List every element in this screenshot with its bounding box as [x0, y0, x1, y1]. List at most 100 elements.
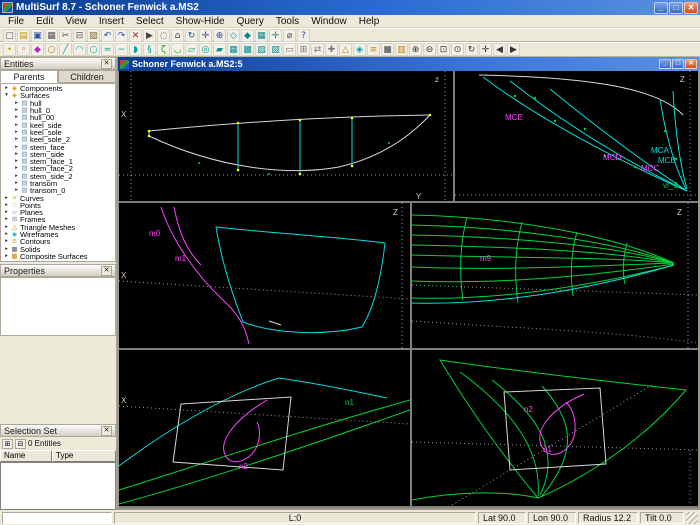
zoom-out-icon[interactable]: ⊖ — [423, 43, 436, 56]
revolution-surface-icon[interactable]: ◎ — [199, 43, 212, 56]
home-view-icon[interactable]: ⌂ — [171, 28, 184, 42]
undo-icon[interactable]: ↶ — [101, 28, 114, 42]
resize-grip[interactable] — [686, 511, 698, 524]
next-view-icon[interactable]: ▶ — [507, 43, 520, 56]
expand-arrow-icon[interactable]: ▸ — [13, 158, 20, 165]
expand-arrow-icon[interactable]: ▸ — [3, 238, 10, 245]
select-list-icon[interactable]: ⊞ — [2, 438, 13, 449]
expand-arrow-icon[interactable]: ▸ — [13, 107, 20, 114]
redo-icon[interactable]: ↷ — [115, 28, 128, 42]
entities-close-icon[interactable]: ✕ — [101, 58, 112, 69]
expand-arrow-icon[interactable]: ▸ — [13, 114, 20, 121]
circle-icon[interactable]: ○ — [87, 43, 100, 56]
zoom-extents-icon[interactable]: ⊙ — [451, 43, 464, 56]
expand-arrow-icon[interactable]: ▸ — [13, 100, 20, 107]
doc-minimize-button[interactable]: _ — [659, 59, 671, 69]
translation-surface-icon[interactable]: ▰ — [213, 43, 226, 56]
contours-icon[interactable]: ≡ — [367, 43, 380, 56]
geodesic-snake-icon[interactable]: ◡ — [171, 43, 184, 56]
expand-arrow-icon[interactable]: ▸ — [3, 224, 10, 231]
wireframe-icon[interactable]: ◈ — [353, 43, 366, 56]
tree-item[interactable]: ▸ △ Triangle Meshes — [1, 223, 115, 231]
menu-item[interactable]: View — [59, 16, 93, 27]
expand-arrow-icon[interactable]: ▸ — [13, 144, 20, 151]
clear-list-icon[interactable]: ⊟ — [15, 438, 26, 449]
open-icon[interactable]: ▤ — [17, 28, 30, 42]
menu-item[interactable]: File — [2, 16, 30, 27]
expand-arrow-icon[interactable]: ▸ — [3, 216, 10, 223]
measure-icon[interactable]: ⌀ — [283, 28, 296, 42]
shaded-mode-icon[interactable]: ◆ — [241, 28, 254, 42]
helix-icon[interactable]: § — [143, 43, 156, 56]
cut-icon[interactable]: ✂ — [59, 28, 72, 42]
line-icon[interactable]: ╱ — [59, 43, 72, 56]
delete-icon[interactable]: ✕ — [129, 28, 142, 42]
tree-item[interactable]: ▾ ◈ Surfaces — [1, 92, 115, 100]
paste-icon[interactable]: ▧ — [87, 28, 100, 42]
help-icon[interactable]: ? — [297, 28, 310, 42]
expand-arrow-icon[interactable]: ▸ — [13, 136, 20, 143]
tree-item[interactable]: ▸ ≡ Contours — [1, 238, 115, 246]
rotate-icon[interactable]: ↻ — [465, 43, 478, 56]
composite-surface-icon[interactable]: ▥ — [395, 43, 408, 56]
expand-arrow-icon[interactable]: ▸ — [3, 253, 10, 260]
tree-item[interactable]: ▸ ▤ hull_0 — [1, 107, 115, 115]
selection-close-icon[interactable]: ✕ — [101, 425, 112, 436]
knot-icon[interactable]: ✚ — [325, 43, 338, 56]
magnet-icon[interactable]: ◆ — [31, 43, 44, 56]
bspline-surface-icon[interactable]: ▦ — [227, 43, 240, 56]
point-icon[interactable]: • — [3, 43, 16, 56]
blend-surface-icon[interactable]: ▨ — [255, 43, 268, 56]
zoom-view-icon[interactable]: ⊕ — [213, 28, 226, 42]
tree-item[interactable]: ▸ ▤ stem_side_2 — [1, 172, 115, 180]
new-icon[interactable]: ▢ — [3, 28, 16, 42]
foil-curve-icon[interactable]: ◗ — [129, 43, 142, 56]
wireframe-mode-icon[interactable]: ◇ — [227, 28, 240, 42]
ring-icon[interactable]: ○ — [45, 43, 58, 56]
expand-arrow-icon[interactable]: ▸ — [3, 209, 10, 216]
menu-item[interactable]: Edit — [30, 16, 59, 27]
zoom-window-icon[interactable]: ⊡ — [437, 43, 450, 56]
viewport-transom[interactable]: m0 m1 X Z — [119, 203, 410, 348]
ruled-surface-icon[interactable]: ▱ — [185, 43, 198, 56]
expand-arrow-icon[interactable]: ▸ — [3, 231, 10, 238]
arc-icon[interactable]: ◠ — [73, 43, 86, 56]
expand-arrow-icon[interactable]: ▸ — [13, 122, 20, 129]
expand-arrow-icon[interactable]: ▸ — [3, 202, 10, 209]
bead-icon[interactable]: ◦ — [17, 43, 30, 56]
mirror-icon[interactable]: ⇄ — [311, 43, 324, 56]
menu-item[interactable]: Query — [231, 16, 270, 27]
save-icon[interactable]: ▣ — [31, 28, 44, 42]
viewport-perspective-1[interactable]: X n1 n2 — [119, 350, 410, 506]
viewport-bodyplan[interactable]: MCE MCD MCA MCB MCC vl_6 Z — [455, 71, 698, 201]
tree-item[interactable]: ▸ ▦ Composite Surfaces — [1, 252, 115, 260]
menu-item[interactable]: Select — [130, 16, 170, 27]
column-header-type[interactable]: Type — [52, 450, 116, 462]
expand-arrow-icon[interactable]: ▸ — [13, 173, 20, 180]
cspline-surface-icon[interactable]: ▩ — [241, 43, 254, 56]
tree-item[interactable]: ▸ ◈ Components — [1, 85, 115, 93]
doc-close-button[interactable]: ✕ — [685, 59, 697, 69]
tree-item[interactable]: ▸ ∴ Points — [1, 201, 115, 209]
grid-toggle-icon[interactable]: ▦ — [255, 28, 268, 42]
menu-item[interactable]: Insert — [93, 16, 130, 27]
menu-item[interactable]: Tools — [270, 16, 305, 27]
expand-arrow-icon[interactable]: ▾ — [3, 92, 10, 99]
menu-item[interactable]: Window — [305, 16, 353, 27]
expand-arrow-icon[interactable]: ▸ — [3, 85, 10, 92]
tree-item[interactable]: ▸ ▤ transom_0 — [1, 187, 115, 195]
properties-body[interactable] — [0, 277, 116, 336]
frame-icon[interactable]: ⊞ — [297, 43, 310, 56]
snake-icon[interactable]: ζ — [157, 43, 170, 56]
entity-tree[interactable]: ▸ ◈ Components ▾ ◈ Surfaces ▸ ▤ hull ▸ ▤… — [0, 83, 116, 262]
cspline-curve-icon[interactable]: ~ — [115, 43, 128, 56]
close-button[interactable]: ✕ — [684, 1, 698, 14]
tree-item[interactable]: ▸ ▱ Planes — [1, 209, 115, 217]
expand-arrow-icon[interactable]: ▸ — [13, 165, 20, 172]
minimize-button[interactable]: _ — [654, 1, 668, 14]
bspline-curve-icon[interactable]: ≈ — [101, 43, 114, 56]
properties-close-icon[interactable]: ✕ — [101, 265, 112, 276]
select-pointer-icon[interactable]: ▶ — [143, 28, 156, 42]
print-icon[interactable]: ▦ — [45, 28, 58, 42]
selection-list[interactable] — [0, 462, 116, 510]
